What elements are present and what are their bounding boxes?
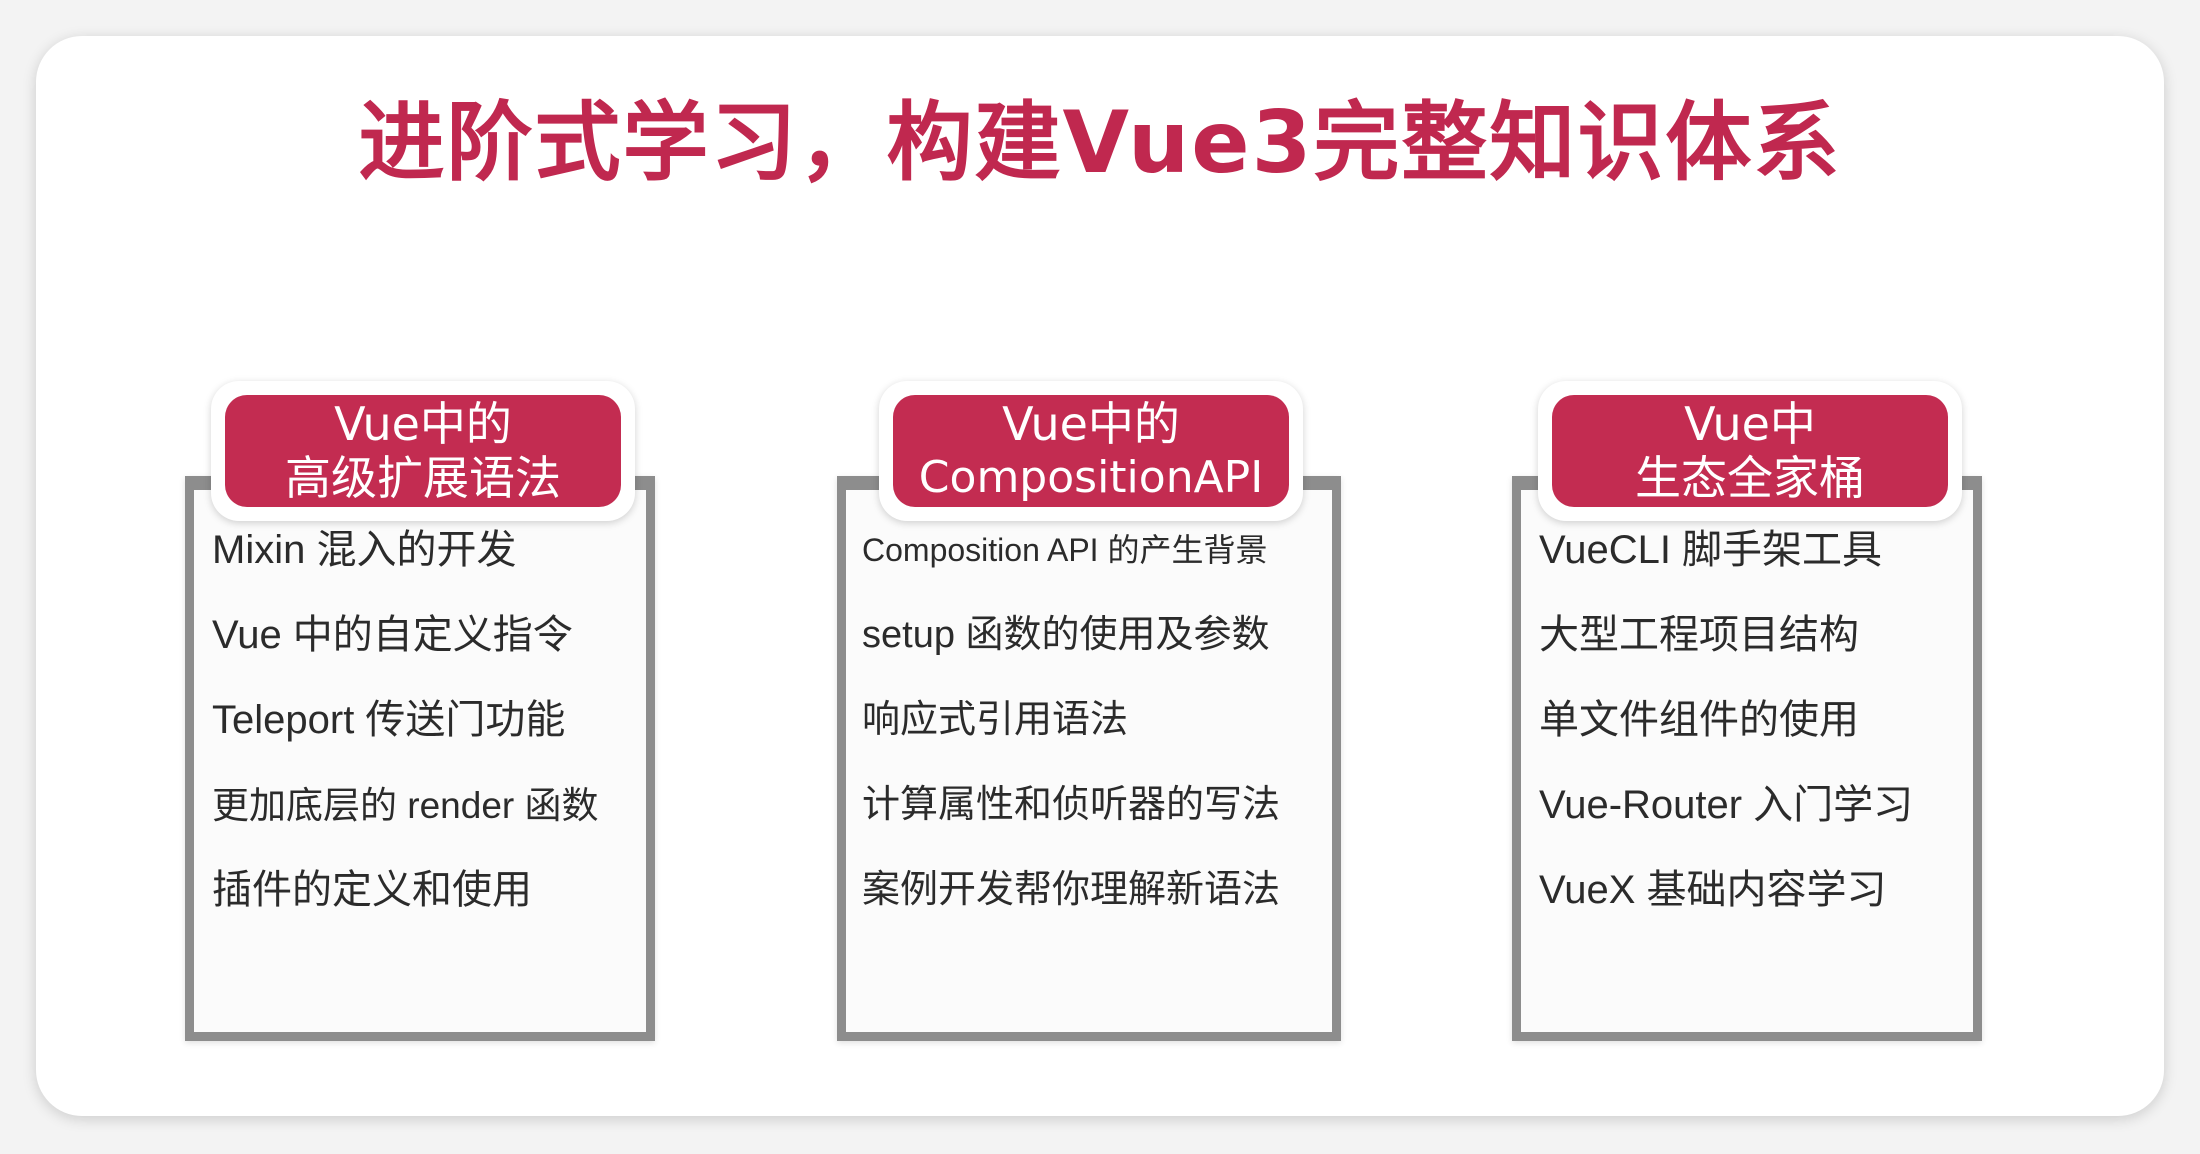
card-header-line1: Vue中 [1684,397,1816,451]
list-item: 更加底层的 render 函数 [212,785,599,826]
card-header-line2: 生态全家桶 [1635,451,1865,505]
card-body: Composition API 的产生背景 setup 函数的使用及参数 响应式… [837,476,1341,1041]
list-item: Vue 中的自定义指令 [212,613,573,657]
card-body: Mixin 混入的开发 Vue 中的自定义指令 Teleport 传送门功能 更… [185,476,655,1041]
item-list: Mixin 混入的开发 Vue 中的自定义指令 Teleport 传送门功能 更… [212,508,646,933]
card-header: Vue中的 高级扩展语法 [225,395,621,507]
card-header-line2: CompositionAPI [918,452,1264,503]
item-list: VueCLI 脚手架工具 大型工程项目结构 单文件组件的使用 Vue-Route… [1539,508,1973,933]
card-header-frame: Vue中的 高级扩展语法 [211,381,635,521]
card-header: Vue中的 CompositionAPI [893,395,1289,507]
list-item: 案例开发帮你理解新语法 [862,869,1281,911]
card-header: Vue中 生态全家桶 [1552,395,1948,507]
page-title: 进阶式学习，构建Vue3完整知识体系 [358,93,1842,193]
list-item: Teleport 传送门功能 [212,698,566,742]
card-header-frame: Vue中 生态全家桶 [1538,381,1962,521]
list-item: 大型工程项目结构 [1539,613,1859,657]
list-item: 单文件组件的使用 [1539,698,1859,742]
list-item: setup 函数的使用及参数 [862,614,1270,656]
list-item: 响应式引用语法 [862,699,1129,741]
item-list: Composition API 的产生背景 setup 函数的使用及参数 响应式… [862,508,1332,933]
card-header-line1: Vue中的 [1002,397,1180,451]
list-item: 插件的定义和使用 [212,868,532,912]
list-item: 计算属性和侦听器的写法 [862,784,1281,826]
slide: 进阶式学习，构建Vue3完整知识体系 Mixin 混入的开发 Vue 中的自定义… [36,36,2164,1116]
list-item: Vue-Router 入门学习 [1539,783,1914,827]
card-header-line1: Vue中的 [334,397,512,451]
card-header-frame: Vue中的 CompositionAPI [879,381,1303,521]
list-item: VueX 基础内容学习 [1539,868,1887,912]
card-header-line2: 高级扩展语法 [285,451,561,505]
card-body: VueCLI 脚手架工具 大型工程项目结构 单文件组件的使用 Vue-Route… [1512,476,1982,1041]
